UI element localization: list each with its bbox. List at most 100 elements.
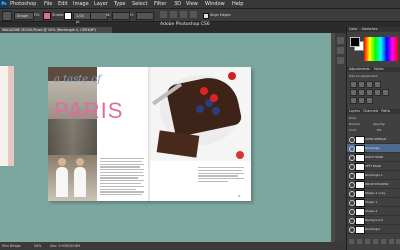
width-label: W: (106, 13, 111, 17)
folder-icon[interactable] (381, 239, 386, 244)
vibrance-icon[interactable] (350, 89, 357, 96)
tab-channels[interactable]: Channels (363, 109, 378, 113)
new-layer-icon[interactable] (389, 239, 394, 244)
foreground-color-swatch[interactable] (350, 37, 360, 47)
fill-label: Fill: (377, 128, 383, 132)
doc-size: Doc: 9.93M/43.6M (50, 244, 81, 248)
adjustments-panel: Adjustments Styles Add an adjustment (347, 67, 400, 107)
gear-icon[interactable] (190, 11, 197, 18)
width-input[interactable] (112, 12, 130, 20)
properties-icon[interactable] (337, 47, 344, 54)
menu-file[interactable]: File (44, 0, 52, 8)
menu-select[interactable]: Select (132, 0, 147, 8)
layer-row[interactable]: Shape 1 copy (347, 189, 400, 198)
tab-styles[interactable]: Styles (374, 67, 384, 71)
status-bar: Mini Bridge 50% Doc: 9.93M/43.6M (0, 242, 346, 250)
levels-icon[interactable] (358, 81, 365, 88)
chocolate-pieces (156, 130, 200, 158)
body-text-column (100, 158, 144, 197)
zoom-level[interactable]: 50% (34, 242, 41, 250)
options-bar: Shape Fill: Stroke: 1.00 pt W: H: Align … (0, 9, 400, 24)
tab-adjustments[interactable]: Adjustments (349, 67, 370, 71)
menu-help[interactable]: Help (232, 0, 243, 8)
photo-filter-icon[interactable] (382, 89, 389, 96)
layer-row[interactable]: Rectangle (347, 225, 400, 234)
magazine-spread[interactable]: a taste of PARIS 2. (48, 67, 251, 201)
menu-image[interactable]: Image (73, 0, 89, 8)
photoshop-logo-icon: Ps (0, 0, 8, 8)
threshold-icon[interactable] (366, 97, 373, 104)
posterize-icon[interactable] (358, 97, 365, 104)
black-white-icon[interactable] (374, 89, 381, 96)
filter-kind-dropdown[interactable]: Kind (349, 116, 356, 120)
link-layers-icon[interactable] (349, 239, 354, 244)
history-icon[interactable] (337, 37, 344, 44)
stroke-size-input[interactable]: 1.00 pt (73, 12, 91, 24)
layer-thumbnail (355, 226, 365, 234)
adjustment-layer-icon[interactable] (373, 239, 378, 244)
blueberry (212, 107, 220, 115)
add-adjustment-label: Add an adjustment (349, 74, 378, 78)
color-spectrum[interactable] (364, 37, 398, 61)
path-align-icon[interactable] (170, 11, 177, 18)
layer-row[interactable]: Shape 2 (347, 207, 400, 216)
path-arrange-icon[interactable] (180, 11, 187, 18)
app-menu[interactable]: Photoshop (10, 0, 36, 8)
script-title: a taste of (54, 74, 102, 85)
menu-view[interactable]: View (186, 0, 198, 8)
mini-bridge-tab[interactable]: Mini Bridge (2, 242, 21, 250)
menu-layer[interactable]: Layer (94, 0, 108, 8)
layers-panel: Layers Channels Paths Kind Normal Opacit… (347, 109, 400, 250)
mask-icon[interactable] (365, 239, 370, 244)
chef-head (58, 158, 66, 166)
chef-figure (74, 158, 86, 197)
tab-layers[interactable]: Layers (349, 109, 360, 113)
hue-saturation-icon[interactable] (358, 89, 365, 96)
page-number: 2. (238, 194, 241, 198)
blend-mode-dropdown[interactable]: Normal (349, 122, 360, 126)
layer-thumbnail (355, 172, 365, 180)
adjustments-panel-header: Adjustments Styles (347, 67, 400, 72)
layer-row[interactable]: DROP SHADOW (347, 180, 400, 189)
layer-row[interactable]: OPEN SPREAD (347, 135, 400, 144)
fill-swatch[interactable] (43, 12, 51, 20)
character-icon[interactable] (337, 57, 344, 64)
path-ops-icon[interactable] (160, 11, 167, 18)
brightness-icon[interactable] (350, 81, 357, 88)
layer-row[interactable]: Rectangle 1 (347, 171, 400, 180)
curves-icon[interactable] (366, 81, 373, 88)
color-balance-icon[interactable] (366, 89, 373, 96)
tool-preset-icon[interactable] (2, 11, 12, 21)
folder-icon (355, 136, 365, 144)
height-input[interactable] (136, 12, 154, 20)
tab-swatches[interactable]: Swatches (362, 27, 378, 31)
layer-row[interactable]: LEFT PAGE (347, 162, 400, 171)
fx-icon[interactable] (357, 239, 362, 244)
exposure-icon[interactable] (374, 81, 381, 88)
tab-paths[interactable]: Paths (381, 109, 390, 113)
align-edges-checkbox[interactable] (203, 13, 209, 19)
menu-type[interactable]: Type (114, 0, 125, 8)
layer-row[interactable]: Rectangle (347, 144, 400, 153)
tab-color[interactable]: Color (349, 27, 358, 31)
menu-bar: Ps Photoshop File Edit Image Layer Type … (0, 0, 400, 9)
layer-row[interactable]: RIGHT PAGE (347, 153, 400, 162)
layer-row[interactable]: Background (347, 216, 400, 225)
menu-3d[interactable]: 3D (174, 0, 181, 8)
layer-thumbnail (355, 154, 365, 162)
menu-window[interactable]: Window (205, 0, 225, 8)
headline-title: PARIS (54, 98, 124, 123)
raspberry (210, 94, 218, 102)
invert-icon[interactable] (350, 97, 357, 104)
menu-filter[interactable]: Filter (154, 0, 166, 8)
chefs-photo (48, 155, 97, 201)
panel-dock-icons (335, 33, 346, 242)
chef-head (76, 158, 84, 166)
layer-row[interactable]: Shape 1 (347, 198, 400, 207)
shape-mode-dropdown[interactable]: Shape (14, 12, 34, 20)
stroke-label: Stroke: (52, 13, 65, 17)
stroke-swatch[interactable] (64, 12, 72, 20)
menu-edit[interactable]: Edit (58, 0, 68, 8)
raspberry (228, 72, 236, 80)
trash-icon[interactable] (396, 239, 400, 244)
